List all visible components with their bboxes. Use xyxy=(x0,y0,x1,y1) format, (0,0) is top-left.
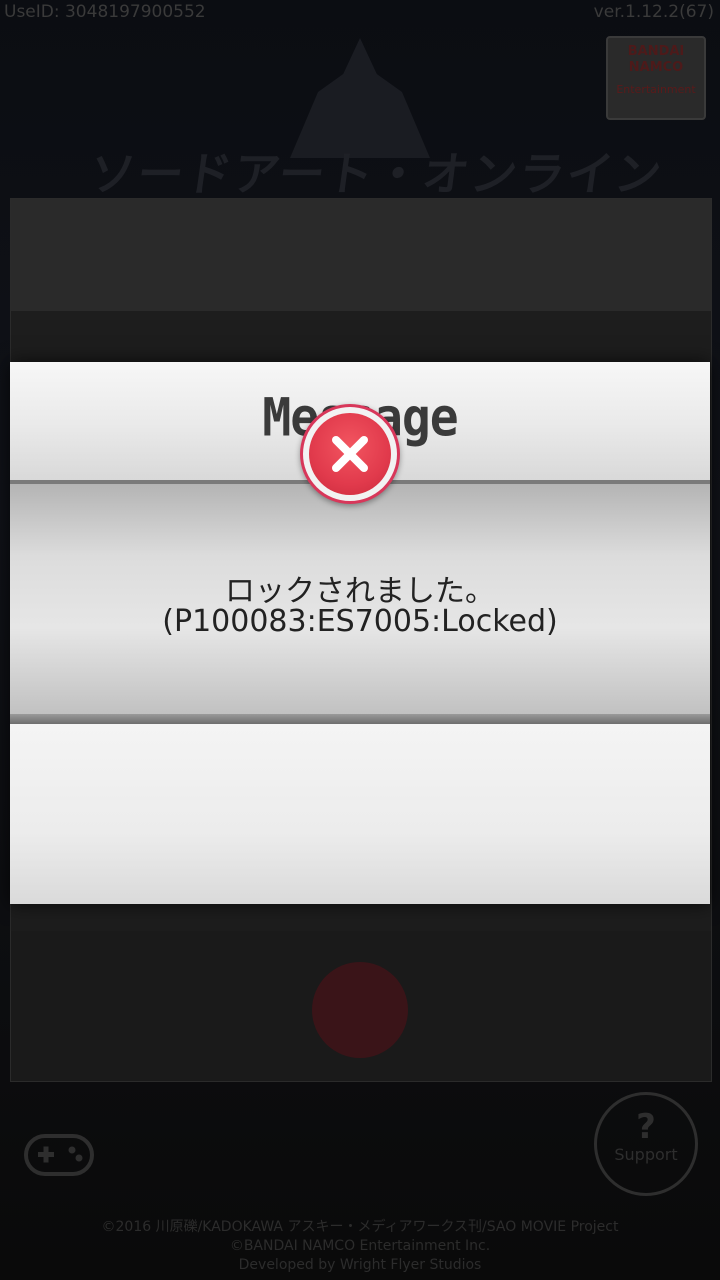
support-label: Support xyxy=(614,1145,678,1164)
question-icon: ? xyxy=(636,1107,656,1147)
support-button[interactable]: ? Support xyxy=(594,1092,698,1196)
game-title-logo: ソードアート・オンライン xyxy=(85,147,667,201)
dialog-error-code: (P100083:ES7005:Locked) xyxy=(162,604,558,639)
user-id-label: UseID: 3048197900552 xyxy=(4,2,206,22)
version-label: ver.1.12.2(67) xyxy=(593,2,714,22)
publisher-logo-sub: Entertainment xyxy=(616,83,696,96)
copyright-line: ©2016 川原礫/KADOKAWA アスキー・メディアワークス刊/SAO MO… xyxy=(101,1219,619,1235)
gamepad-icon xyxy=(24,1134,94,1176)
publisher-logo-text: BANDAI NAMCO xyxy=(627,44,685,75)
close-button[interactable] xyxy=(300,404,400,504)
background-close-button xyxy=(312,962,408,1058)
login-panel-header xyxy=(11,199,711,311)
dialog-body: ロックされました。 (P100083:ES7005:Locked) xyxy=(10,484,710,724)
copyright-text: ©2016 川原礫/KADOKAWA アスキー・メディアワークス刊/SAO MO… xyxy=(0,1218,720,1275)
publisher-logo: BANDAI NAMCO Entertainment xyxy=(606,36,706,120)
copyright-line: Developed by Wright Flyer Studios xyxy=(238,1257,482,1273)
copyright-line: ©BANDAI NAMCO Entertainment Inc. xyxy=(229,1238,491,1254)
dialog-footer xyxy=(10,724,710,904)
close-button-face xyxy=(309,413,391,495)
close-x-icon xyxy=(332,436,368,472)
